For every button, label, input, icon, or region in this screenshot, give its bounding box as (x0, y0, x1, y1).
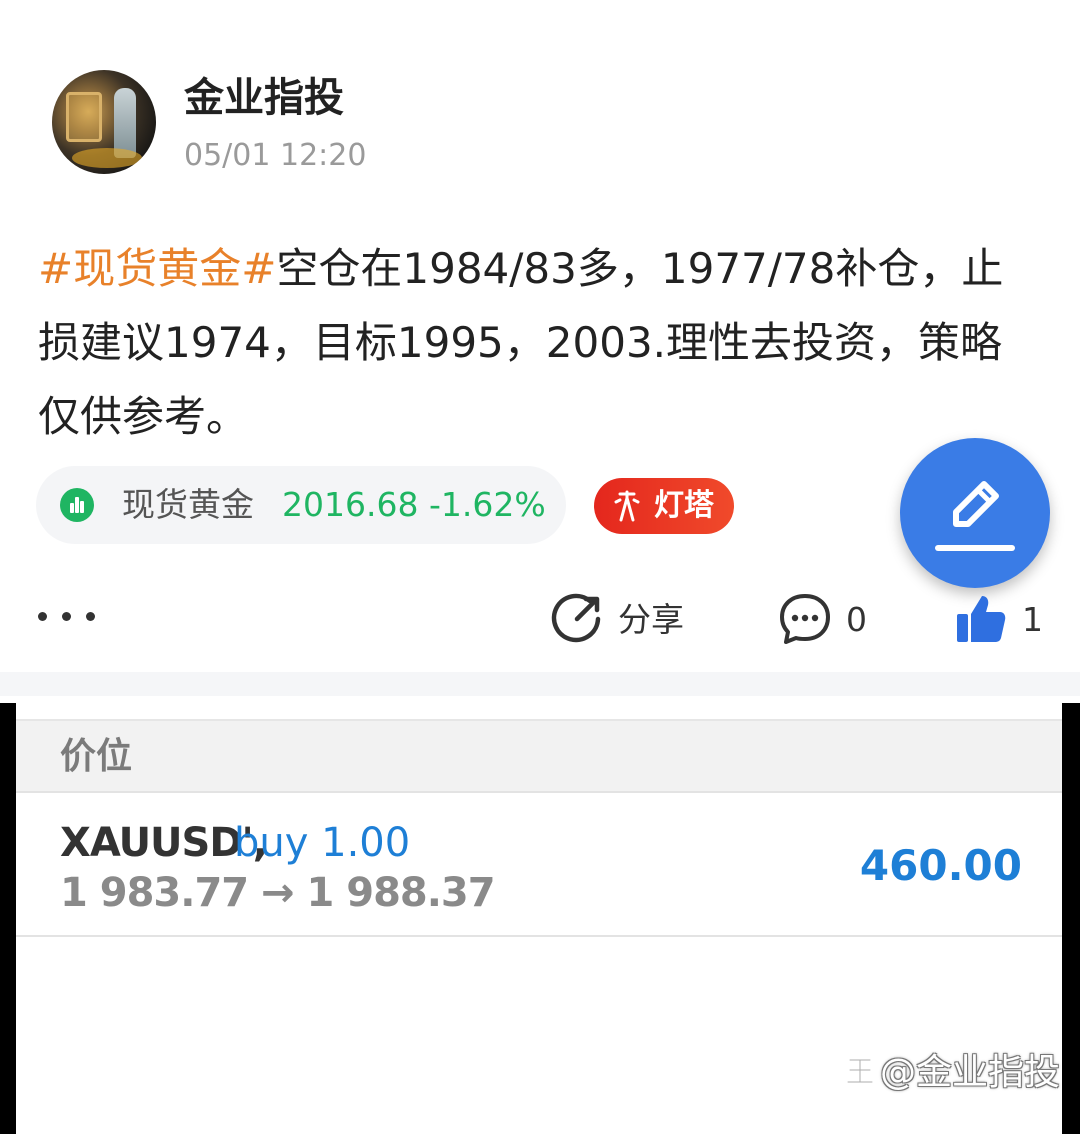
comment-icon (780, 594, 830, 644)
thumbs-up-icon (957, 596, 1006, 642)
avatar-glow (72, 148, 142, 168)
avatar-lantern (66, 92, 102, 142)
trade-profit: 460.00 (859, 841, 1022, 890)
trade-prices: 1 983.77 → 1 988.37 (60, 870, 496, 916)
lighthouse-badge[interactable]: 灯塔 (594, 478, 734, 534)
watermark: @金业指投 (842, 1050, 1060, 1100)
section-divider (0, 672, 1080, 696)
more-dots-icon[interactable] (34, 596, 104, 636)
watermark-text: @金业指投 (880, 1052, 1061, 1093)
stock-name: 现货黄金 (122, 485, 254, 524)
share-icon (551, 593, 601, 643)
share-label: 分享 (618, 600, 684, 639)
comment-button[interactable]: 0 (778, 590, 878, 650)
stock-chip[interactable]: 现货黄金 2016.68 -1.62% (36, 466, 566, 544)
badge-label: 灯塔 (654, 488, 714, 523)
share-button[interactable]: 分享 (550, 590, 700, 650)
stock-price-change: 2016.68 -1.62% (282, 485, 546, 524)
compose-button[interactable] (900, 438, 1050, 588)
bar-chart-icon (60, 488, 94, 522)
zhihu-logo-icon (846, 1058, 874, 1084)
row-divider (16, 935, 1062, 937)
like-count: 1 (1022, 600, 1043, 639)
post-time: 05/01 12:20 (184, 138, 367, 173)
lighthouse-icon (614, 490, 640, 522)
trade-header-label: 价位 (60, 736, 133, 777)
comment-count: 0 (846, 600, 867, 639)
post-card: 金业指投 05/01 12:20 #现货黄金#空仓在1984/83多，1977/… (0, 0, 1080, 672)
hashtag-link[interactable]: #现货黄金# (38, 244, 276, 293)
trade-header: 价位 (16, 721, 1062, 793)
post-body: #现货黄金#空仓在1984/83多，1977/78补仓，止损建议1974，目标1… (38, 232, 1038, 454)
avatar[interactable] (52, 70, 156, 174)
edit-pen-icon (935, 481, 1015, 551)
author-name[interactable]: 金业指投 (184, 74, 344, 122)
trade-side: buy 1.00 (234, 820, 411, 866)
like-button[interactable]: 1 (954, 590, 1054, 650)
